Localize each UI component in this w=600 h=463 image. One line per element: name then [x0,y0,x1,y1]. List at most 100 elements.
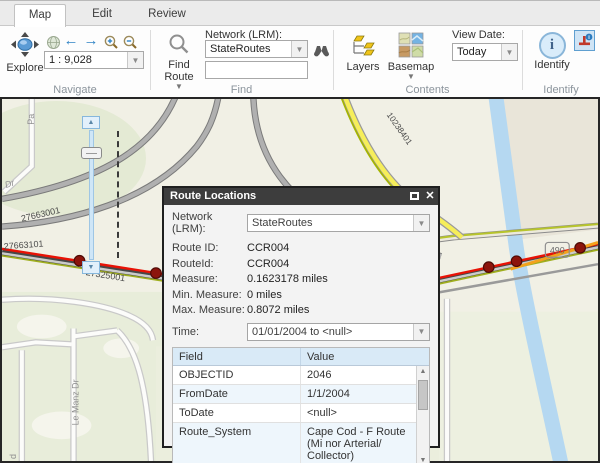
group-label-identify: Identify [522,84,600,96]
tab-review[interactable]: Review [138,4,196,26]
maximize-button[interactable] [406,188,422,205]
cell-value: <null> [301,404,416,422]
zoom-out-button[interactable] [121,33,139,51]
dialog-titlebar[interactable]: Route Locations ✕ [164,188,438,205]
max-measure-label: Max. Measure: [172,303,247,319]
layers-button[interactable]: Layers [342,32,384,73]
routeid-value: CCR004 [247,257,289,273]
time-combobox[interactable]: 01/01/2004 to <null> ▼ [247,323,430,341]
slider-zoom-in-button[interactable]: ▲ [82,116,100,129]
zoom-in-icon [103,34,119,50]
arrow-left-icon: ← [64,33,79,49]
max-measure-value: 0.8072 miles [247,303,309,319]
column-header-value: Value [301,348,429,365]
basemap-button[interactable]: Basemap ▼ [386,32,436,81]
route-id-label: Route ID: [172,241,247,257]
identify-button[interactable]: i Identify [530,32,574,71]
view-date-combobox[interactable]: Today ▼ [452,43,518,61]
tab-map[interactable]: Map [14,4,66,27]
identify-route-locations-button[interactable]: i [574,30,595,51]
arrow-right-icon: → [84,33,99,49]
time-value: 01/01/2004 to <null> [248,324,413,340]
map-scale-value: 1 : 9,028 [45,52,127,68]
view-date-value: Today [453,44,501,60]
chevron-down-icon[interactable]: ▼ [127,52,143,68]
street-label: Le Manz Dr [70,379,80,425]
cell-field: ToDate [173,404,301,422]
next-extent-button[interactable]: → [82,32,100,50]
group-separator [150,30,151,90]
group-separator [333,30,334,90]
min-measure-label: Min. Measure: [172,288,247,304]
group-label-find: Find [150,84,333,96]
route-locations-dialog: Route Locations ✕ Network (LRM): StateRo… [162,186,440,448]
street-label: d [8,454,18,459]
search-icon [167,32,191,59]
ribbon-tabstrip: Map Edit Review [0,0,600,26]
street-label: Pa [26,114,36,125]
dialog-network-value: StateRoutes [248,215,413,231]
table-row[interactable]: OBJECTID 2046 [173,366,416,385]
scrollbar-thumb[interactable] [418,380,428,410]
table-row[interactable]: Route_System Cape Cod - F Route (Mi nor … [173,423,416,463]
chevron-down-icon[interactable]: ▼ [291,41,307,57]
dialog-network-combobox[interactable]: StateRoutes ▼ [247,214,430,232]
map-zoom-slider: ▲ ▼ [78,115,128,277]
map-scale-combobox[interactable]: 1 : 9,028 ▼ [44,51,144,69]
identify-icon: i [539,32,566,59]
full-extent-button[interactable] [44,33,62,51]
route-id-value: CCR004 [247,241,289,257]
explore-button[interactable]: Explore [3,31,47,74]
globe-icon [46,35,61,50]
group-separator [522,30,523,90]
close-icon[interactable]: ✕ [422,188,438,205]
route-shield-label: 490 [550,245,565,255]
cell-value: 2046 [301,366,416,384]
table-row[interactable]: FromDate 1/1/2004 [173,385,416,404]
find-route-button[interactable]: Find Route ▼ [158,32,200,91]
slider-zoom-out-button[interactable]: ▼ [82,261,100,274]
explore-label: Explore [6,62,43,74]
previous-extent-button[interactable]: ← [62,32,80,50]
cell-value: 1/1/2004 [301,385,416,403]
find-route-label: Find Route [158,59,200,83]
routeid-label: RouteId: [172,257,247,273]
chevron-down-icon[interactable]: ▼ [413,215,429,231]
layers-label: Layers [346,61,379,73]
dialog-title: Route Locations [170,188,406,205]
chevron-down-icon[interactable]: ▼ [501,44,517,60]
zoom-out-icon [122,34,138,50]
table-scrollbar[interactable]: ▲ ▼ [416,366,429,463]
cell-field: Route_System [173,423,301,463]
cell-field: FromDate [173,385,301,403]
attributes-table: Field Value OBJECTID 2046 FromDate 1/1/2… [172,347,430,463]
table-header-row: Field Value [173,348,429,366]
explore-pan-icon [10,31,40,62]
chevron-down-icon[interactable]: ▼ [413,324,429,340]
scroll-down-icon[interactable]: ▼ [417,457,429,463]
network-lrm-combobox[interactable]: StateRoutes ▼ [205,40,308,58]
time-label: Time: [172,326,247,338]
app-window: Map Edit Review Explore [0,0,600,463]
group-label-navigate: Navigate [0,84,150,96]
group-label-contents: Contents [333,84,522,96]
network-lrm-value: StateRoutes [206,41,291,57]
table-row[interactable]: ToDate <null> [173,404,416,423]
zoom-in-button[interactable] [102,33,120,51]
view-date-label: View Date: [452,29,505,41]
search-routes-button[interactable] [312,41,330,59]
layers-icon [350,32,376,61]
column-header-field: Field [173,348,301,365]
slider-thumb[interactable] [81,147,102,159]
measure-label: Measure: [172,272,247,288]
scroll-up-icon[interactable]: ▲ [417,368,429,375]
dialog-body: Network (LRM): StateRoutes ▼ Route ID:CC… [164,205,438,463]
chevron-down-icon: ▼ [407,73,415,81]
identify-label: Identify [534,59,569,71]
binoculars-icon [313,43,330,57]
tab-edit[interactable]: Edit [76,4,128,26]
ribbon: Explore ← → [0,26,600,97]
measure-value: 0.1623178 miles [247,272,328,288]
route-id-input[interactable] [205,61,308,79]
identify-route-icon: i [577,33,593,49]
